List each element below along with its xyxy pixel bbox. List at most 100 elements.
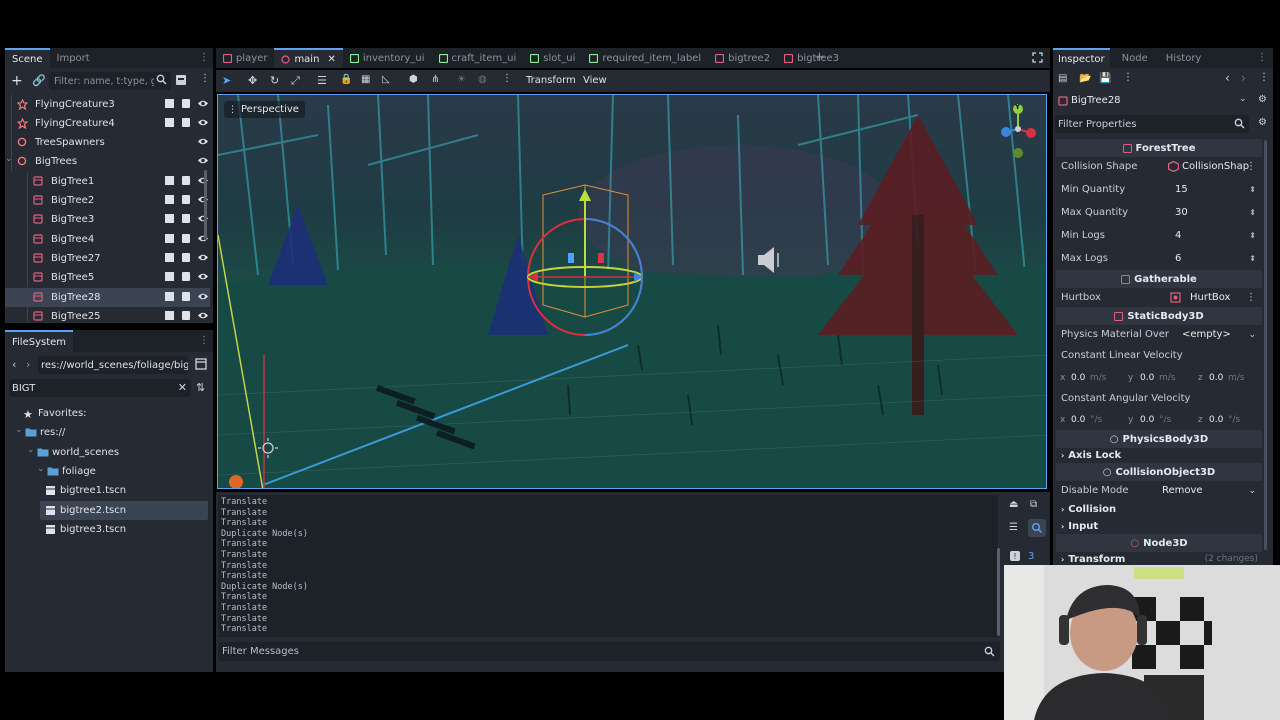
scene-filter-input[interactable]: Filter: name, t:type, g: [49,72,171,90]
visibility-eye-icon[interactable] [197,98,209,109]
scene-tree-item[interactable]: TreeSpawners [5,133,210,152]
tab-scene[interactable]: Scene [5,48,50,68]
clear-icon[interactable]: ✕ [178,381,187,394]
copy-icon[interactable]: ⧉ [1030,499,1037,510]
scene-tab[interactable]: bigtree3 [777,48,846,68]
clapper-icon[interactable] [164,98,175,109]
spinner-icon[interactable]: ⬍ [1249,254,1256,263]
collapse-arrow-icon[interactable]: ⌄ [37,464,45,474]
script-icon[interactable] [181,98,191,109]
script-filter-icon[interactable] [175,74,187,86]
clapper-icon[interactable] [164,194,175,205]
script-icon[interactable] [181,213,191,224]
file-tree-item[interactable]: ★ Favorites: [5,404,215,423]
back-arrow-icon[interactable]: ‹ [1225,71,1230,85]
filter-properties-input[interactable]: Filter Properties [1055,115,1249,133]
visibility-eye-icon[interactable] [197,213,209,224]
prop-max-logs[interactable]: Max Logs 6 ⬍ [1056,247,1262,270]
open-folder-icon[interactable]: 📂 [1079,73,1091,84]
prop-disable-mode[interactable]: Disable Mode Remove ⌄ [1056,479,1262,502]
scene-tree-item[interactable]: BigTree25 [5,307,210,322]
add-node-icon[interactable]: + [11,73,23,89]
history-menu-icon[interactable]: ⋮ [1259,72,1269,83]
scene-tree-item[interactable]: FlyingCreature3 [5,95,210,114]
angular-z-value[interactable]: 0.0 [1209,415,1223,425]
scene-tab[interactable]: slot_ui [523,48,582,68]
visibility-eye-icon[interactable] [197,155,209,166]
scene-tree-item[interactable]: ⌄ BigTrees [5,152,210,171]
linear-y-value[interactable]: 0.0 [1140,373,1154,383]
script-icon[interactable] [181,175,191,186]
tab-filesystem[interactable]: FileSystem [5,330,74,352]
dock-menu-icon[interactable]: ⋮ [1257,52,1267,63]
angular-x-value[interactable]: 0.0 [1071,415,1085,425]
visibility-eye-icon[interactable] [197,233,209,244]
prop-collision-shape[interactable]: Collision Shape CollisionShap ⋮ [1056,155,1262,178]
spinner-icon[interactable]: ⬍ [1249,208,1256,217]
scene-tree-scrollbar[interactable] [204,170,207,240]
file-tree-item[interactable]: ⌄ foliage [5,462,215,481]
chevron-down-icon[interactable]: ⌄ [1248,486,1256,496]
clapper-icon[interactable] [164,117,175,128]
linear-z-value[interactable]: 0.0 [1209,373,1223,383]
scene-tree-item[interactable]: BigTree4 [5,230,210,249]
transform-menu[interactable]: Transform [526,75,576,86]
prop-min-logs[interactable]: Min Logs 4 ⬍ [1056,224,1262,247]
orientation-gizmo[interactable]: Y [996,101,1040,161]
close-icon[interactable]: ✕ [327,54,335,65]
wrap-icon[interactable]: ☰ [1009,522,1018,533]
scene-tree-item[interactable]: BigTree1 [5,172,210,191]
distraction-free-icon[interactable] [1032,52,1043,63]
scene-tab[interactable]: bigtree2 [708,48,777,68]
toolbar-menu-icon[interactable]: ⋮ [502,73,512,84]
file-search-input[interactable]: BIGT ✕ [9,379,191,397]
scale-tool-icon[interactable]: ⤢ [291,74,300,88]
environment-icon[interactable]: ◍ [478,74,487,85]
new-resource-icon[interactable]: ▤ [1058,73,1067,84]
inspector-scrollbar[interactable] [1264,140,1267,550]
file-tree-item[interactable]: ⌄ world_scenes [5,443,215,462]
local-space-icon[interactable]: ⬢ [409,74,418,85]
move-tool-icon[interactable]: ✥ [248,74,257,87]
select-tool-icon[interactable]: ➤ [222,74,231,87]
object-settings-icon[interactable]: ⚙ [1258,94,1267,105]
script-icon[interactable] [181,291,191,302]
tab-history[interactable]: History [1160,48,1208,68]
clapper-icon[interactable] [164,175,175,186]
angular-y-value[interactable]: 0.0 [1140,415,1154,425]
messages-filter-button[interactable]: ! 3 [1006,547,1046,565]
angular-velocity-xyz[interactable]: x 0.0 °/s y 0.0 °/s z 0.0 °/s [1056,408,1262,431]
prop-physics-material[interactable]: Physics Material Over <empty> ⌄ [1056,323,1262,346]
extra-menu-icon[interactable]: ⋮ [1123,72,1133,83]
script-icon[interactable] [181,194,191,205]
scene-tree-item[interactable]: FlyingCreature4 [5,114,210,133]
clapper-icon[interactable] [164,233,175,244]
snap-icon[interactable]: ⋔ [431,74,439,85]
tab-import[interactable]: Import [50,48,97,68]
script-icon[interactable] [181,310,191,321]
visibility-eye-icon[interactable] [197,175,209,186]
visibility-eye-icon[interactable] [197,194,209,205]
save-icon[interactable]: 💾 [1099,73,1111,84]
output-scrollbar[interactable] [997,548,1000,636]
ruler-icon[interactable]: ◺ [382,74,390,85]
prop-max-quantity[interactable]: Max Quantity 30 ⬍ [1056,201,1262,224]
collapse-arrow-icon[interactable]: ⌄ [27,445,35,455]
visibility-eye-icon[interactable] [197,136,209,147]
scene-tab[interactable]: craft_item_ui [432,48,524,68]
scene-tab[interactable]: inventory_ui [343,48,432,68]
sort-icon[interactable]: ⇅ [196,381,205,394]
3d-viewport[interactable]: ⋮ Perspective Y [217,94,1047,489]
clear-log-icon[interactable]: ⏏ [1009,499,1018,510]
script-icon[interactable] [181,252,191,263]
forward-arrow-icon[interactable]: › [26,358,30,371]
visibility-eye-icon[interactable] [197,117,209,128]
linear-velocity-xyz[interactable]: x 0.0 m/s y 0.0 m/s z 0.0 m/s [1056,366,1262,389]
path-field[interactable]: res://world_scenes/foliage/bigtr [38,356,188,374]
script-icon[interactable] [181,233,191,244]
scene-menu-icon[interactable]: ⋮ [200,73,210,84]
list-tool-icon[interactable]: ☰ [317,74,327,87]
linear-x-value[interactable]: 0.0 [1071,373,1085,383]
prop-min-quantity[interactable]: Min Quantity 15 ⬍ [1056,178,1262,201]
spinner-icon[interactable]: ⬍ [1249,185,1256,194]
